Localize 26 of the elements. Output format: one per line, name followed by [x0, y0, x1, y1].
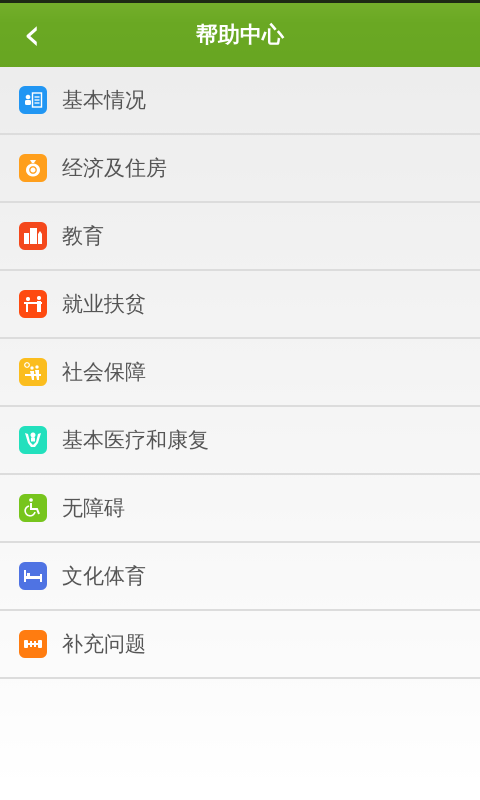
- hands-icon: [19, 426, 47, 454]
- list-item[interactable]: 社会保障: [0, 339, 480, 407]
- buildings-icon: [19, 222, 47, 250]
- item-label: 教育: [62, 223, 104, 250]
- list-item[interactable]: 经济及住房: [0, 135, 480, 203]
- item-label: 补充问题: [62, 631, 146, 658]
- bed-icon: [19, 562, 47, 590]
- dumbbell-icon: [19, 630, 47, 658]
- list-item[interactable]: 无障碍: [0, 475, 480, 543]
- item-label: 经济及住房: [62, 155, 167, 182]
- list-item[interactable]: 就业扶贫: [0, 271, 480, 339]
- item-label: 就业扶贫: [62, 291, 146, 318]
- list-item[interactable]: 基本情况: [0, 67, 480, 135]
- id-card-icon: [19, 86, 47, 114]
- wheelchair-icon: [19, 494, 47, 522]
- item-label: 基本医疗和康复: [62, 427, 209, 454]
- item-label: 基本情况: [62, 87, 146, 114]
- list-item[interactable]: 文化体育: [0, 543, 480, 611]
- item-label: 无障碍: [62, 495, 125, 522]
- list-item[interactable]: 补充问题: [0, 611, 480, 679]
- item-label: 文化体育: [62, 563, 146, 590]
- list-item[interactable]: 教育: [0, 203, 480, 271]
- page-title: 帮助中心: [196, 22, 284, 50]
- list-item[interactable]: 基本医疗和康复: [0, 407, 480, 475]
- item-label: 社会保障: [62, 359, 146, 386]
- people-at-desk-icon: [19, 290, 47, 318]
